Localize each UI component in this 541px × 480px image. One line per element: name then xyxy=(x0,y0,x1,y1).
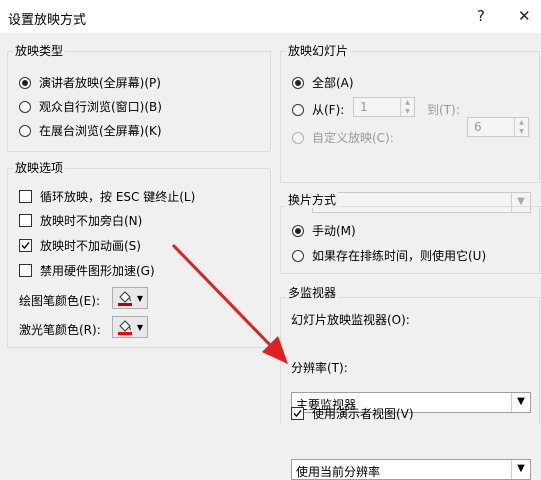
resolution-select[interactable]: 使用当前分辨率 ▼ xyxy=(291,459,531,480)
annotation-arrow xyxy=(171,243,288,364)
chevron-down-icon: ▼ xyxy=(511,460,530,479)
resolution-select-value: 使用当前分辨率 xyxy=(296,465,381,479)
